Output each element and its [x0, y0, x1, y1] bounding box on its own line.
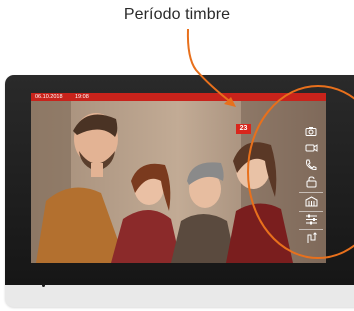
separator [299, 192, 323, 193]
gate-icon[interactable] [300, 196, 322, 210]
intercom-monitor: 06.10.2018 19:08 23 [5, 75, 354, 307]
camera-feed-image [31, 101, 326, 263]
status-date: 06.10.2018 [35, 94, 63, 100]
separator [299, 229, 323, 230]
unlock-icon[interactable] [300, 176, 322, 190]
sliders-icon[interactable] [300, 214, 322, 228]
status-time: 19:08 [75, 94, 89, 100]
side-menu [296, 125, 326, 263]
phone-handset-icon[interactable] [300, 159, 322, 173]
status-led [42, 284, 45, 287]
status-bar: 06.10.2018 19:08 [31, 93, 326, 101]
annotation-label: Período timbre [123, 6, 231, 23]
video-camera-icon[interactable] [300, 142, 322, 156]
monitor-bezel: 06.10.2018 19:08 23 [5, 75, 354, 285]
ring-counter: 23 [236, 124, 251, 134]
separator [299, 211, 323, 212]
monitor-screen: 06.10.2018 19:08 23 [31, 93, 326, 263]
switch-icon[interactable] [300, 232, 322, 246]
camera-icon[interactable] [300, 125, 322, 139]
